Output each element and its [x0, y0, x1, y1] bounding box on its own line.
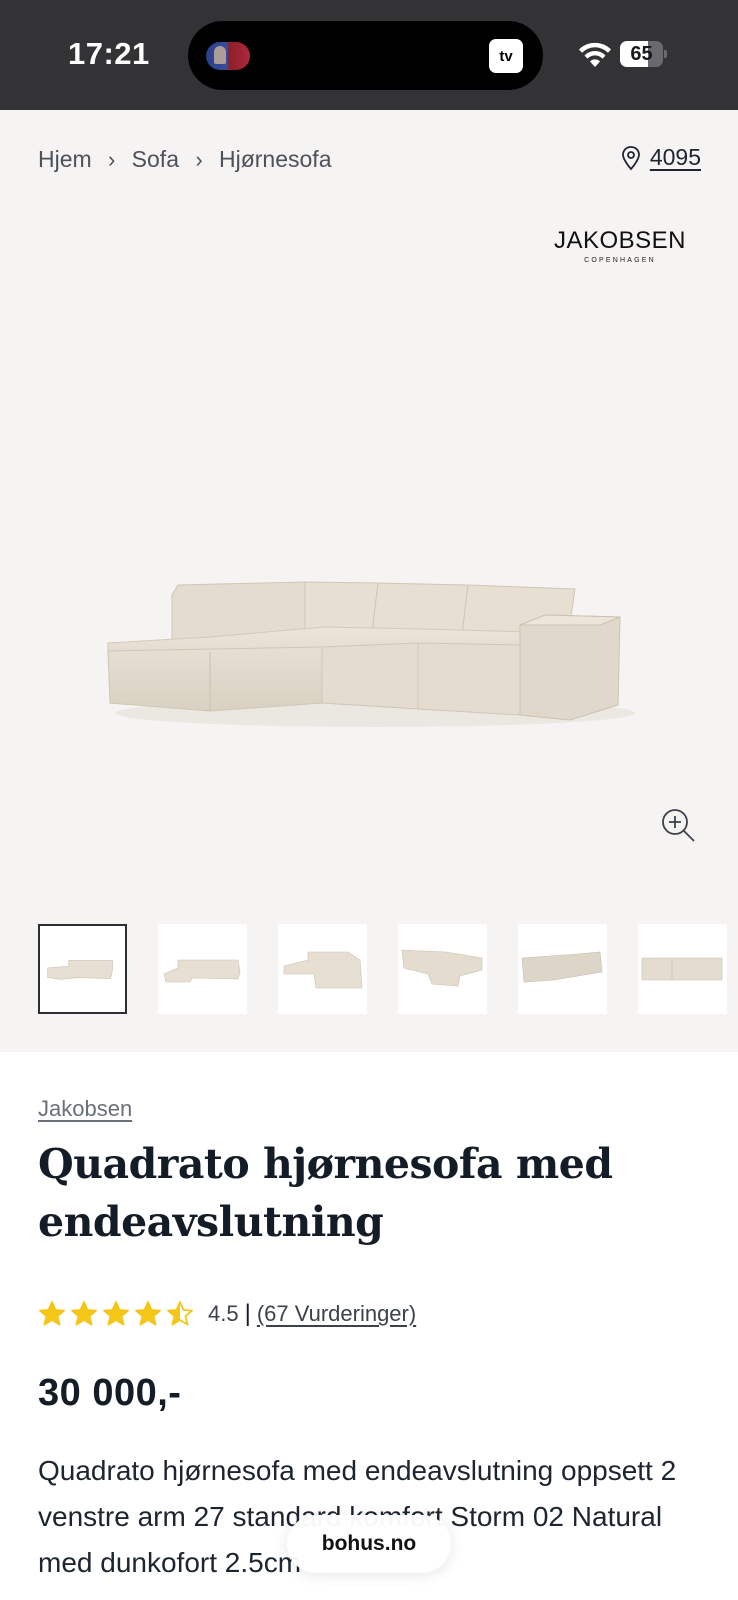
- breadcrumb-sofa[interactable]: Sofa: [132, 146, 179, 173]
- review-count-link[interactable]: (67 Vurderinger): [257, 1301, 416, 1327]
- battery-level: 65: [630, 43, 653, 65]
- thumbnail-2[interactable]: [158, 924, 247, 1014]
- zoom-in-icon[interactable]: [660, 807, 696, 843]
- browser-url-pill[interactable]: bohus.no: [287, 1515, 451, 1573]
- battery-tip: [664, 50, 667, 58]
- chevron-right-icon: ›: [108, 146, 116, 172]
- rating-value: 4.5: [208, 1301, 239, 1326]
- product-title: Quadrato hjørnesofa med endeavslutning: [38, 1140, 613, 1246]
- star-half-icon: [167, 1301, 193, 1326]
- site-domain: bohus.no: [321, 1532, 417, 1555]
- product-gallery: Hjem › Sofa › Hjørnesofa 4095 JAKOBSEN C…: [0, 110, 738, 1052]
- wifi-icon: [579, 42, 611, 67]
- thumbnail-image: [401, 949, 483, 987]
- apple-tv-icon[interactable]: tv: [489, 39, 523, 73]
- rating-stars: [38, 1300, 198, 1328]
- now-playing-art[interactable]: [206, 42, 250, 70]
- thumbnail-image: [641, 957, 723, 981]
- thumbnail-image: [47, 960, 113, 980]
- thumbnail-image: [521, 951, 603, 983]
- thumbnail-image: [283, 951, 363, 989]
- store-number[interactable]: 4095: [650, 144, 701, 171]
- store-selector[interactable]: 4095: [620, 144, 701, 171]
- apple-tv-label: tv: [499, 47, 513, 65]
- brand-logo-sub: COPENHAGEN: [584, 257, 656, 264]
- brand-link[interactable]: Jakobsen: [38, 1096, 132, 1122]
- breadcrumb-corner-sofa[interactable]: Hjørnesofa: [219, 146, 331, 173]
- brand-logo-main: JAKOBSEN: [553, 227, 687, 254]
- breadcrumb-home[interactable]: Hjem: [38, 146, 92, 173]
- star-full-icon: [135, 1301, 161, 1326]
- chevron-right-icon: ›: [195, 146, 203, 172]
- status-time: 17:21: [68, 36, 150, 71]
- star-full-icon: [39, 1301, 65, 1326]
- status-bar: 17:21 tv 65: [0, 0, 738, 110]
- breadcrumb: Hjem › Sofa › Hjørnesofa: [38, 146, 331, 173]
- location-pin-icon: [621, 145, 640, 170]
- thumbnail-4[interactable]: [398, 924, 487, 1014]
- rating-separator: |: [244, 1300, 251, 1327]
- thumbnail-5[interactable]: [518, 924, 607, 1014]
- thumbnail-1[interactable]: [38, 924, 127, 1014]
- star-full-icon: [103, 1301, 129, 1326]
- dynamic-island[interactable]: tv: [188, 21, 543, 90]
- battery-icon: 65: [620, 41, 667, 67]
- product-price: 30 000,-: [38, 1372, 182, 1414]
- thumbnail-strip[interactable]: [38, 924, 738, 1014]
- thumbnail-3[interactable]: [278, 924, 367, 1014]
- brand-logo: JAKOBSEN COPENHAGEN: [552, 227, 688, 265]
- star-full-icon: [71, 1301, 97, 1326]
- product-rating[interactable]: 4.5 | (67 Vurderinger): [38, 1298, 416, 1330]
- thumbnail-6[interactable]: [638, 924, 727, 1014]
- product-image[interactable]: [100, 465, 640, 735]
- thumbnail-image: [163, 959, 241, 983]
